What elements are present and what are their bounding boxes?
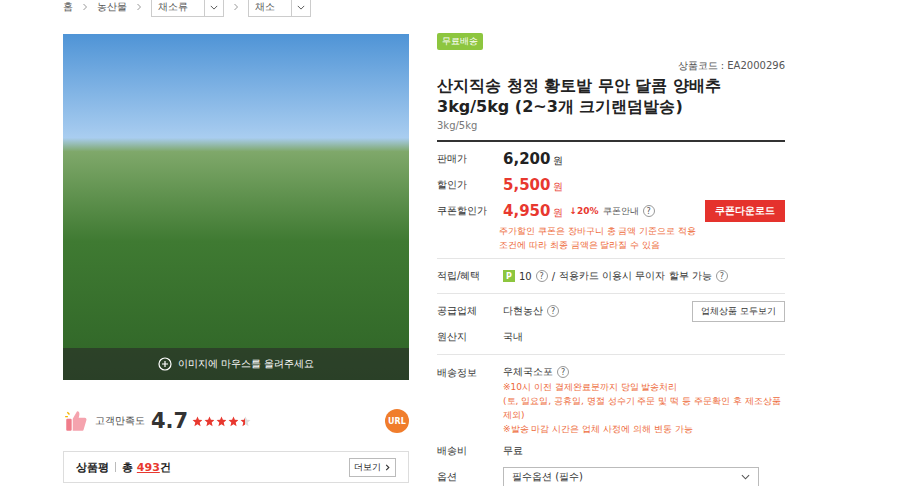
chevron-down-icon [210,5,218,10]
chevron-down-icon [741,474,750,480]
coupon-notes: 주가할인 쿠폰은 장바구니 총 금액 기준으로 적용조건에 따라 최종 금액은 … [437,224,785,254]
rating: 고객만족도4.7URL [63,406,409,436]
star-icon [204,416,215,427]
breadcrumb-home[interactable]: 홈 [63,0,73,14]
help-button[interactable]: ? [643,205,655,217]
supplier-products-button[interactable]: 업체상품 모두보기 [692,301,785,322]
product-subtitle: 3kg/5kg [437,120,785,142]
supplier-row: 공급업체다현농산?업체상품 모두보기 [437,298,785,324]
star-icon [192,416,203,427]
sale-price-row: 할인가5,500 원 [437,172,785,198]
plus-circle-icon [158,357,172,371]
free-shipping-badge: 무료배송 [437,33,483,50]
breadcrumb-category[interactable]: 농산물 [97,0,127,14]
chevron-right-icon [384,464,391,471]
star-icon [216,416,227,427]
product-photo[interactable]: 이미지에 마우스를 올려주세요 [63,34,409,380]
product-title: 산지직송 청정 황토밭 무안 달콤 양배추 3kg/5kg (2~3개 크기랜덤… [437,75,785,117]
coupon-price-row: 쿠폰할인가4,950 원↓20%쿠폰안내?쿠폰다운로드 [437,198,785,224]
product-info: 무료배송상품코드 : EA2000296 산지직송 청정 황토밭 무안 달콤 양배… [437,34,785,486]
origin-row: 원산지국내 [437,324,785,350]
product-code: 상품코드 : EA2000296 [437,59,785,73]
help-button[interactable]: ? [716,270,728,282]
breadcrumb-select[interactable]: 채소류 [151,0,224,17]
benefit-row: 적립/혜택P10?/적용카드 이용시 무이자 할부 가능? [437,263,785,289]
chevron-down-icon [297,5,305,10]
chevron-right-icon [81,3,89,11]
gallery: 이미지에 마우스를 올려주세요고객만족도4.7URL 상품평총 493건더보기 [63,34,409,486]
help-button[interactable]: ? [547,305,559,317]
more-button[interactable]: 더보기 [349,458,396,477]
help-button[interactable]: ? [536,270,548,282]
option-row: 옵션필수옵션 (필수) [437,464,785,486]
list-price-row: 판매가6,200 원 [437,146,785,172]
url-button[interactable]: URL [385,409,409,433]
star-icon [240,416,251,427]
star-icon [228,416,239,427]
star-rating [192,416,251,427]
image-hint-bar: 이미지에 마우스를 올려주세요 [63,348,409,380]
breadcrumb-select[interactable]: 채소 [248,0,311,17]
review-summary: 상품평총 493건더보기 [63,451,409,483]
product-page: 홈 농산물 채소류 채소이미지에 마우스를 올려주세요고객만족도4.7URL 상품평총 … [0,0,900,486]
thumbs-up-icon [63,408,89,434]
coupon-download-button[interactable]: 쿠폰다운로드 [705,200,785,222]
option-select[interactable]: 필수옵션 (필수) [503,467,759,486]
shipping-row: 배송정보우체국소포?※10시 이전 결제완료분까지 당일 발송처리(토, 일요일… [437,359,785,438]
help-button[interactable]: ? [557,366,569,378]
chevron-right-icon [232,3,240,11]
chevron-right-icon [135,3,143,11]
shipping-fee-row: 배송비무료 [437,438,785,464]
point-icon: P [503,270,515,282]
breadcrumb: 홈 농산물 채소류 채소 [63,0,785,18]
